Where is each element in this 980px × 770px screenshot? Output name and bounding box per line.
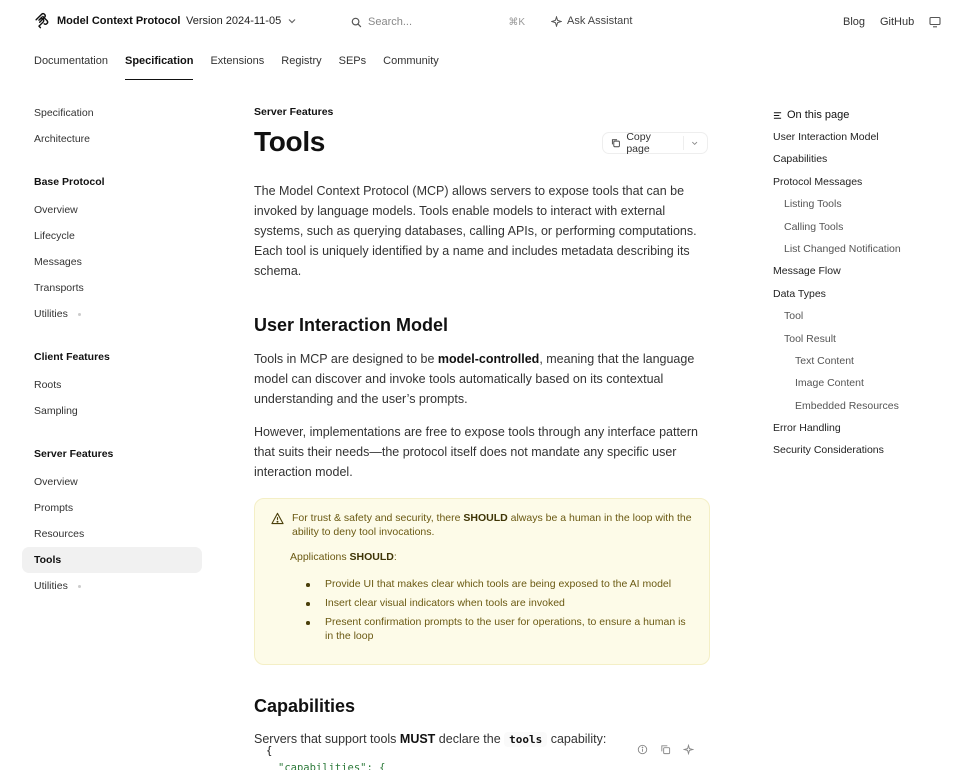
sidebar-group-server-features: Server Features xyxy=(34,448,114,460)
paragraph-implementations: However, implementations are free to exp… xyxy=(254,425,699,479)
toc-heading: On this page xyxy=(773,106,973,124)
tab-specification[interactable]: Specification xyxy=(125,44,194,80)
search-box[interactable]: Search... ⌘K xyxy=(340,10,536,34)
table-of-contents: On this page User Interaction Model Capab… xyxy=(773,106,973,462)
code-line: "capabilities": { xyxy=(278,762,386,770)
tab-documentation[interactable]: Documentation xyxy=(34,44,108,80)
sidebar-item-prompts[interactable]: Prompts xyxy=(22,495,202,521)
toc-item-data-types[interactable]: Data Types xyxy=(773,283,973,305)
section-user-interaction-model: User Interaction Model xyxy=(254,315,449,335)
button-divider xyxy=(682,136,684,150)
toc-item-embedded-resources[interactable]: Embedded Resources xyxy=(773,395,973,417)
mcp-logo-icon xyxy=(35,13,49,29)
text-span: Applications xyxy=(290,551,350,563)
sidebar-group-client-features: Client Features xyxy=(34,351,110,363)
bold-model-controlled: model-controlled xyxy=(437,352,540,366)
tab-extensions[interactable]: Extensions xyxy=(210,44,264,80)
copy-icon xyxy=(611,139,620,148)
warning-subheading: Applications SHOULD: xyxy=(290,551,693,563)
theme-toggle-icon[interactable] xyxy=(929,16,941,28)
sidebar-item-server-overview[interactable]: Overview xyxy=(22,469,202,495)
toc-item-capabilities[interactable]: Capabilities xyxy=(773,148,973,170)
sparkle-icon[interactable] xyxy=(683,744,694,755)
bold-should: SHOULD xyxy=(463,512,508,524)
sidebar-item-resources[interactable]: Resources xyxy=(22,521,202,547)
sidebar-item-roots[interactable]: Roots xyxy=(22,372,202,398)
sidebar-item-server-utilities[interactable]: Utilities xyxy=(22,573,202,599)
warning-text: For trust & safety and security, there S… xyxy=(292,511,693,539)
ask-assistant-button[interactable]: Ask Assistant xyxy=(551,15,632,27)
sidebar-item-utilities[interactable]: Utilities xyxy=(22,301,202,327)
search-icon xyxy=(351,17,362,27)
code-toolbar xyxy=(637,744,694,755)
list-icon xyxy=(773,111,782,119)
sidebar-item-messages[interactable]: Messages xyxy=(22,249,202,275)
sidebar-item-transports[interactable]: Transports xyxy=(22,275,202,301)
toc-title: On this page xyxy=(787,109,850,121)
toc-item-list-changed-notification[interactable]: List Changed Notification xyxy=(773,238,973,260)
warning-icon xyxy=(271,512,284,525)
intro-paragraph: The Model Context Protocol (MCP) allows … xyxy=(254,184,697,278)
sidebar-item-architecture[interactable]: Architecture xyxy=(22,126,202,152)
toc-item-image-content[interactable]: Image Content xyxy=(773,372,973,394)
main-content: Server Features Tools Copy page The Mode… xyxy=(254,106,710,750)
sidebar-item-overview[interactable]: Overview xyxy=(22,197,202,223)
section-capabilities: Capabilities xyxy=(254,696,356,716)
toc-item-security-considerations[interactable]: Security Considerations xyxy=(773,439,973,461)
version-label: Version 2024-11-05 xyxy=(186,15,282,27)
text-span: Tools in MCP are designed to be xyxy=(254,352,438,366)
toc-item-tool-result[interactable]: Tool Result xyxy=(773,328,973,350)
brand-logo[interactable]: Model Context Protocol xyxy=(34,12,180,29)
brand-name: Model Context Protocol xyxy=(57,14,181,27)
search-placeholder: Search... xyxy=(368,16,413,28)
paragraph-model-controlled: Tools in MCP are designed to be model-co… xyxy=(254,349,710,409)
toc-item-tool[interactable]: Tool xyxy=(773,305,973,327)
tab-community[interactable]: Community xyxy=(383,44,439,80)
warning-callout: For trust & safety and security, there S… xyxy=(254,498,710,665)
sidebar-item-sampling[interactable]: Sampling xyxy=(22,398,202,424)
sidebar-item-specification[interactable]: Specification xyxy=(22,100,202,126)
copy-page-button[interactable]: Copy page xyxy=(602,131,708,155)
bold-should: SHOULD xyxy=(349,551,394,563)
chevron-down-icon xyxy=(288,19,296,24)
info-icon[interactable] xyxy=(637,744,648,755)
tab-seps[interactable]: SEPs xyxy=(339,44,367,80)
sidebar-item-lifecycle[interactable]: Lifecycle xyxy=(22,223,202,249)
warning-list: Provide UI that makes clear which tools … xyxy=(306,577,693,643)
code-line: { xyxy=(266,745,273,757)
chevron-down-icon[interactable] xyxy=(690,138,699,148)
github-link[interactable]: GitHub xyxy=(880,16,914,28)
toc-item-calling-tools[interactable]: Calling Tools xyxy=(773,216,973,238)
toc-item-listing-tools[interactable]: Listing Tools xyxy=(773,193,973,215)
blog-link[interactable]: Blog xyxy=(843,16,865,28)
toc-item-text-content[interactable]: Text Content xyxy=(773,350,973,372)
search-shortcut: ⌘K xyxy=(508,16,525,28)
code-block: { "capabilities": { xyxy=(254,728,710,770)
sidebar-item-label: Utilities xyxy=(34,580,68,592)
copy-page-label: Copy page xyxy=(626,131,651,155)
page-eyebrow: Server Features xyxy=(254,106,334,118)
ask-assistant-label: Ask Assistant xyxy=(567,15,633,27)
toc-item-protocol-messages[interactable]: Protocol Messages xyxy=(773,171,973,193)
list-item: Insert clear visual indicators when tool… xyxy=(306,596,693,610)
version-selector[interactable]: Version 2024-11-05 xyxy=(186,15,297,27)
sidebar-item-tools[interactable]: Tools xyxy=(22,547,202,573)
toc-item-message-flow[interactable]: Message Flow xyxy=(773,260,973,282)
toc-item-user-interaction-model[interactable]: User Interaction Model xyxy=(773,126,973,148)
toc-item-error-handling[interactable]: Error Handling xyxy=(773,417,973,439)
tab-registry[interactable]: Registry xyxy=(281,44,321,80)
text-span: For trust & safety and security, there xyxy=(292,512,464,524)
copy-icon[interactable] xyxy=(660,744,671,755)
text-span: : xyxy=(393,551,397,563)
list-item: Present confirmation prompts to the user… xyxy=(306,615,693,643)
sidebar-group-base-protocol: Base Protocol xyxy=(34,176,105,188)
nav-tabs: Documentation Specification Extensions R… xyxy=(34,44,439,80)
sidebar: Specification Architecture Base Protocol… xyxy=(22,100,202,599)
sparkle-icon xyxy=(551,15,562,27)
sidebar-item-label: Utilities xyxy=(34,308,68,320)
top-bar: Model Context Protocol Version 2024-11-0… xyxy=(0,0,980,44)
expand-dot-icon xyxy=(77,312,81,316)
expand-dot-icon xyxy=(77,584,81,588)
list-item: Provide UI that makes clear which tools … xyxy=(306,577,693,591)
